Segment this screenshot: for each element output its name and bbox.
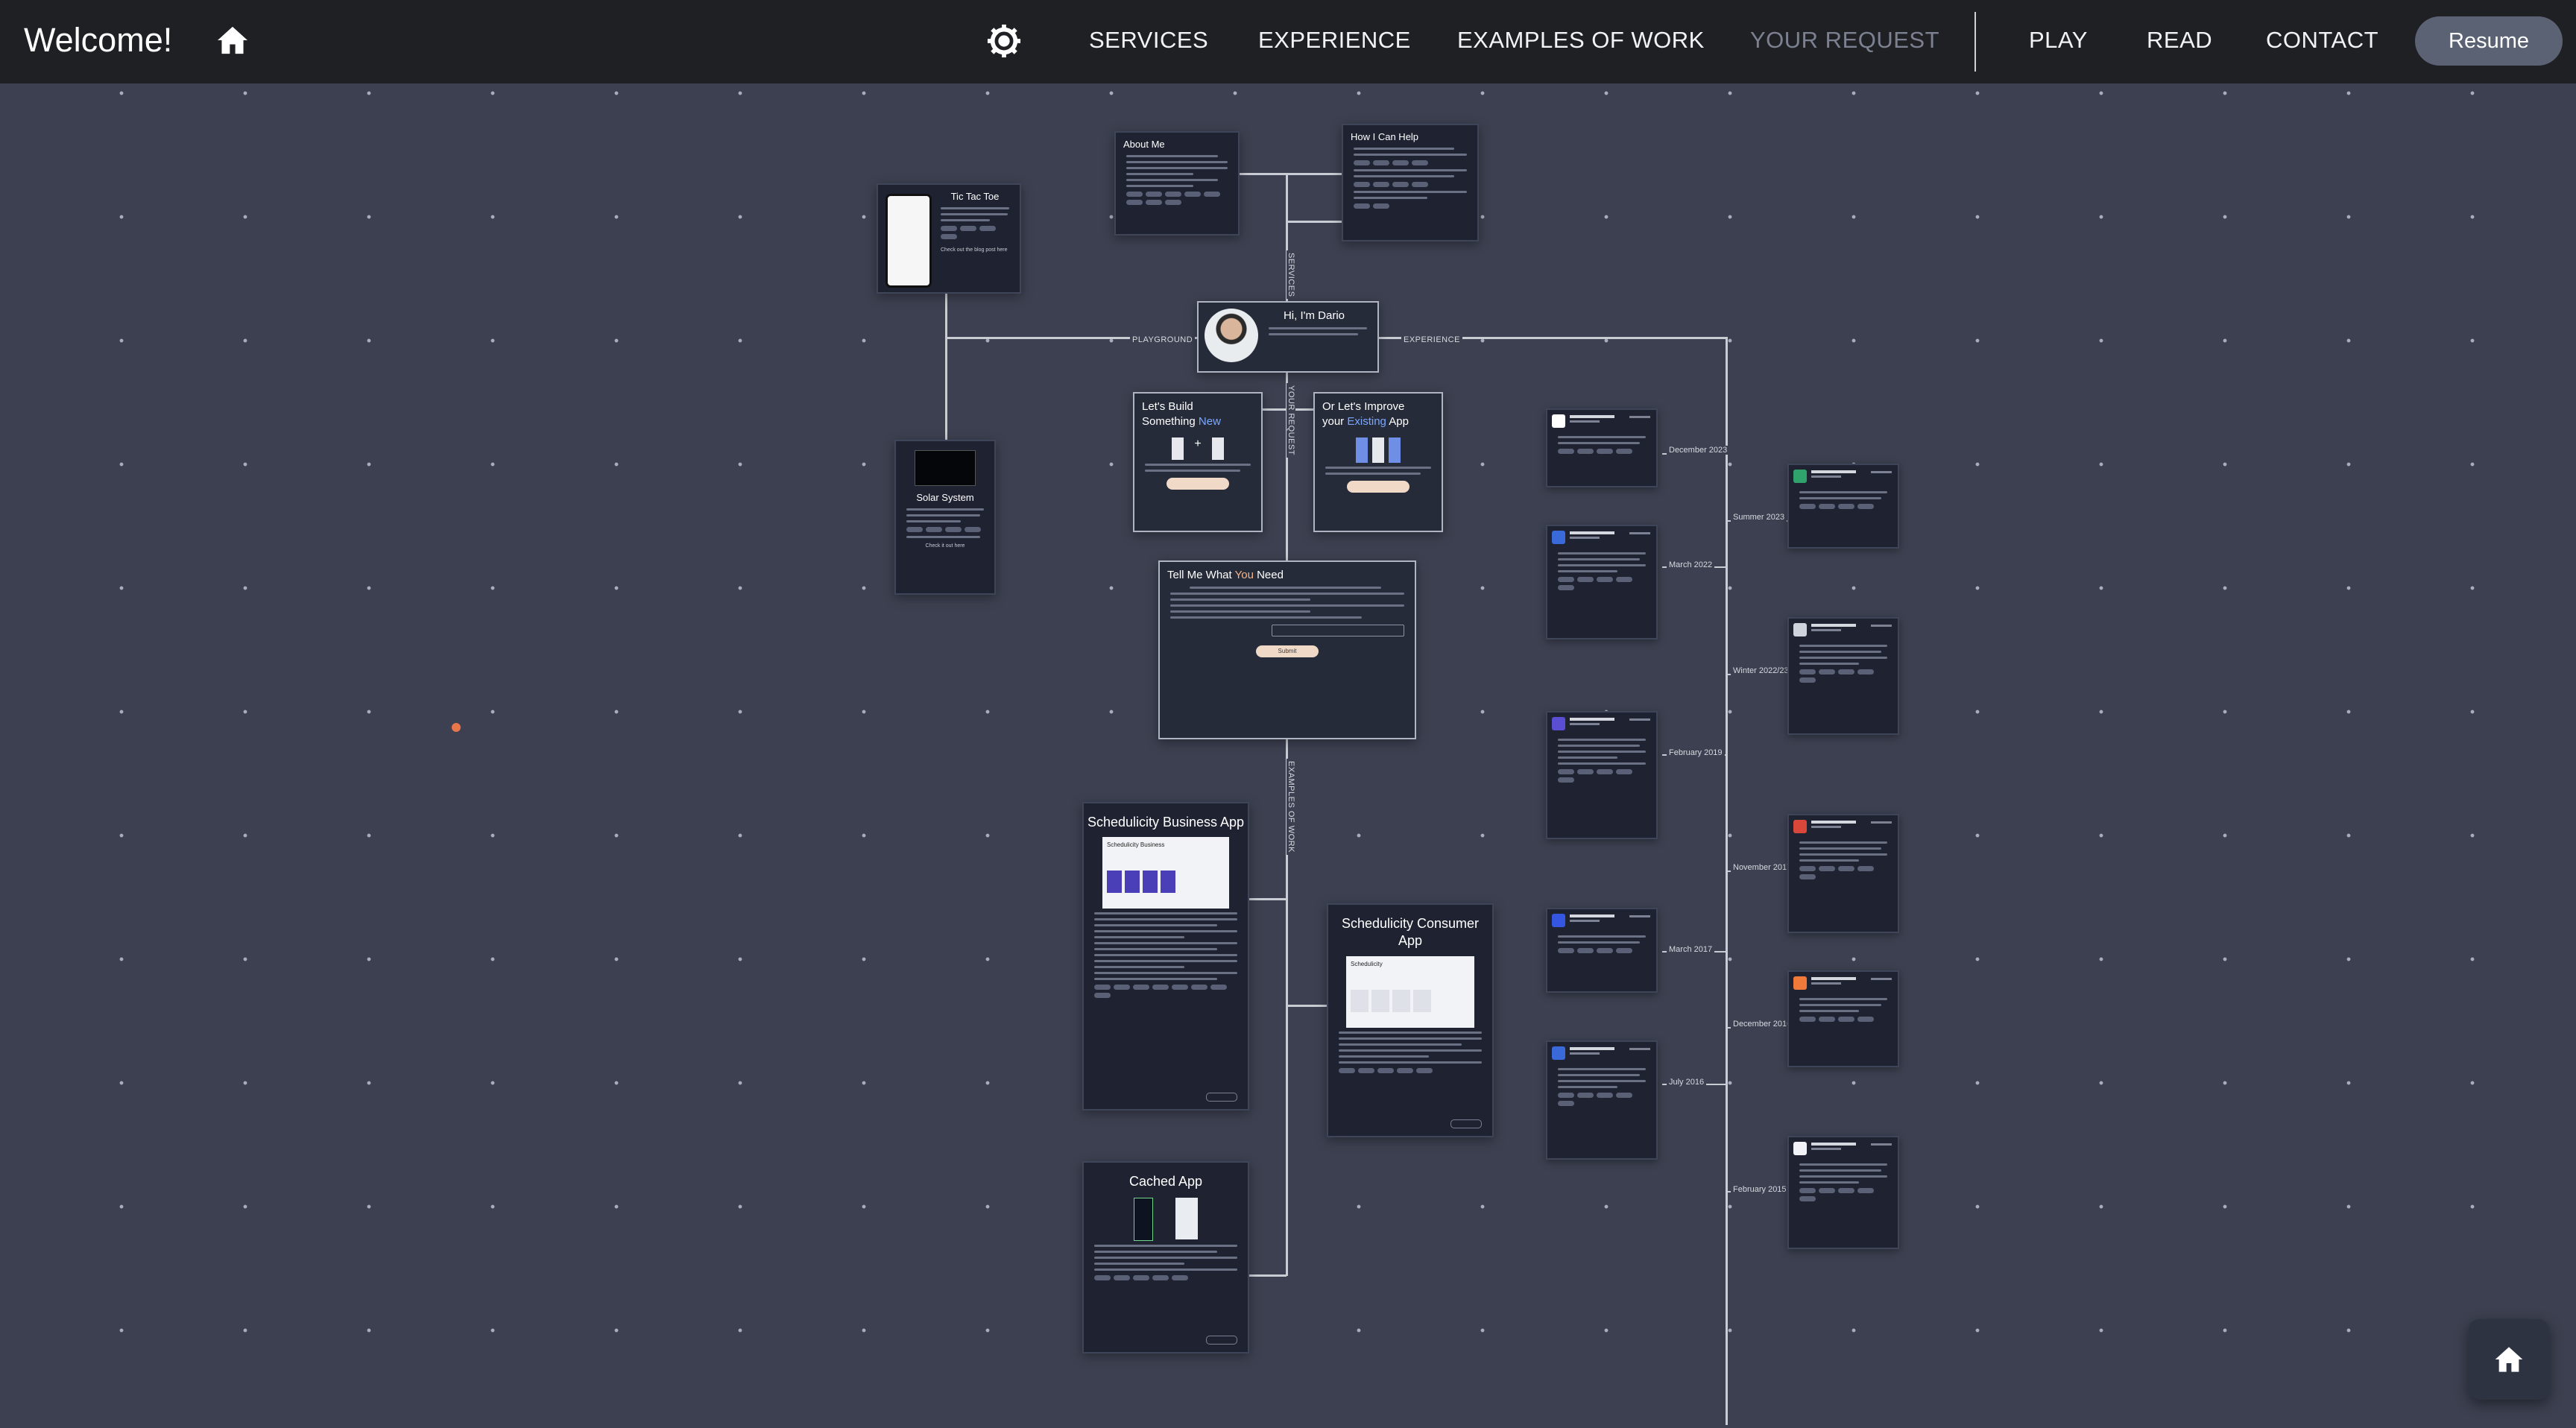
home-icon [2495,1347,2523,1372]
timeline-date: July 2016 [1667,1078,1707,1087]
card-footer[interactable]: Check it out here [896,543,994,551]
nav-play[interactable]: PLAY [2029,27,2088,54]
card-title: Let's Build Something New [1142,400,1221,428]
schedulicity-business-card[interactable]: Schedulicity Business App Schedulicity B… [1082,802,1249,1111]
solar-system-card[interactable]: Solar System Check it out here [894,440,996,595]
timeline-date: February 2015 [1731,1185,1789,1194]
improve-existing-app-card[interactable]: Or Let's Improve your Existing App [1313,392,1443,532]
card-footer[interactable]: Check out the blog post here [930,247,1020,255]
experience-card[interactable] [1787,617,1899,735]
experience-card[interactable] [1787,464,1899,549]
email-field[interactable] [1272,624,1404,636]
label-experience: EXPERIENCE [1401,335,1462,344]
nav-experience[interactable]: EXPERIENCE [1258,27,1411,54]
phone-mockup [886,194,932,288]
brand-title[interactable]: Welcome! [24,21,172,60]
experience-card[interactable] [1787,1136,1899,1249]
intro-card[interactable]: Hi, I'm Dario [1197,301,1379,373]
experience-card[interactable] [1546,525,1658,639]
experience-card[interactable] [1546,711,1658,839]
card-title: Tic Tac Toe [950,191,1000,202]
nav-your-request[interactable]: YOUR REQUEST [1750,27,1939,54]
card-title: Or Let's Improve your Existing App [1322,400,1409,428]
card-title: About Me [1123,139,1165,150]
label-your-request: YOUR REQUEST [1287,383,1295,458]
label-examples-of-work: EXAMPLES OF WORK [1287,759,1295,855]
timeline-main-line [1726,337,1728,1425]
lets-build-button[interactable] [1167,478,1229,490]
home-icon[interactable] [216,25,249,55]
top-navigation-bar: Welcome! SERVICES EXPERIENCE EXAMPLES OF… [0,0,2576,83]
experience-card[interactable] [1787,814,1899,933]
card-title: Hi, I'm Dario [1283,309,1345,322]
experience-card[interactable] [1546,908,1658,993]
card-title: Schedulicity Business App [1087,815,1245,830]
avatar [1205,309,1258,362]
app-screenshot [1084,1198,1248,1242]
request-form-card[interactable]: Tell Me What You Need Submit [1158,560,1416,739]
scroll-home-button[interactable] [2469,1319,2549,1400]
timeline-date: Summer 2023 [1731,513,1787,522]
timeline-date: March 2022 [1667,560,1715,569]
more-button[interactable] [1206,1336,1237,1345]
resume-button[interactable]: Resume [2415,16,2563,66]
submit-button[interactable]: Submit [1256,645,1319,657]
solar-preview [915,450,976,486]
connector-consumer [1286,1005,1329,1007]
cursor-dot [452,723,461,732]
timeline-date: February 2019 [1667,748,1725,757]
about-me-card[interactable]: About Me [1114,131,1240,236]
more-button[interactable] [1450,1119,1482,1128]
connector-cached [1248,1274,1287,1277]
build-something-new-card[interactable]: Let's Build Something New + [1133,392,1263,532]
connector-top-left [1239,173,1343,175]
card-title: Solar System [916,492,974,503]
lets-improve-button[interactable] [1347,481,1409,493]
timeline-date: March 2017 [1667,945,1715,954]
experience-card[interactable] [1546,1040,1658,1160]
app-screenshot: Schedulicity Business [1102,837,1229,909]
connector-top-right [1286,221,1344,223]
nav-contact[interactable]: CONTACT [2266,27,2378,54]
timeline-date: Winter 2022/23 [1731,666,1791,675]
timeline-date: November 2017 [1731,863,1794,872]
nav-examples-of-work[interactable]: EXAMPLES OF WORK [1457,27,1705,54]
label-playground: PLAYGROUND [1130,335,1196,344]
nav-divider [1974,12,1976,72]
app-screenshot: Schedulicity [1346,955,1474,1028]
how-i-can-help-card[interactable]: How I Can Help [1342,124,1479,241]
card-title: Cached App [1128,1174,1203,1189]
nav-read[interactable]: READ [2147,27,2212,54]
timeline-date: December 2023 [1667,446,1730,455]
tic-tac-toe-card[interactable]: Tic Tac Toe Check out the blog post here [877,183,1021,294]
more-button[interactable] [1206,1093,1237,1102]
card-title: Schedulicity Consumer App [1341,916,1480,949]
cached-app-card[interactable]: Cached App [1082,1161,1249,1353]
card-title: Tell Me What You Need [1167,569,1284,581]
experience-card[interactable] [1546,408,1658,487]
card-title: How I Can Help [1351,131,1419,142]
experience-card[interactable] [1787,970,1899,1067]
schedulicity-consumer-card[interactable]: Schedulicity Consumer App Schedulicity [1327,903,1494,1137]
connector-business [1248,898,1287,900]
gear-icon[interactable] [987,24,1021,58]
label-services: SERVICES [1287,250,1295,300]
nav-services[interactable]: SERVICES [1089,27,1208,54]
timeline-date: December 2016 [1731,1020,1794,1029]
